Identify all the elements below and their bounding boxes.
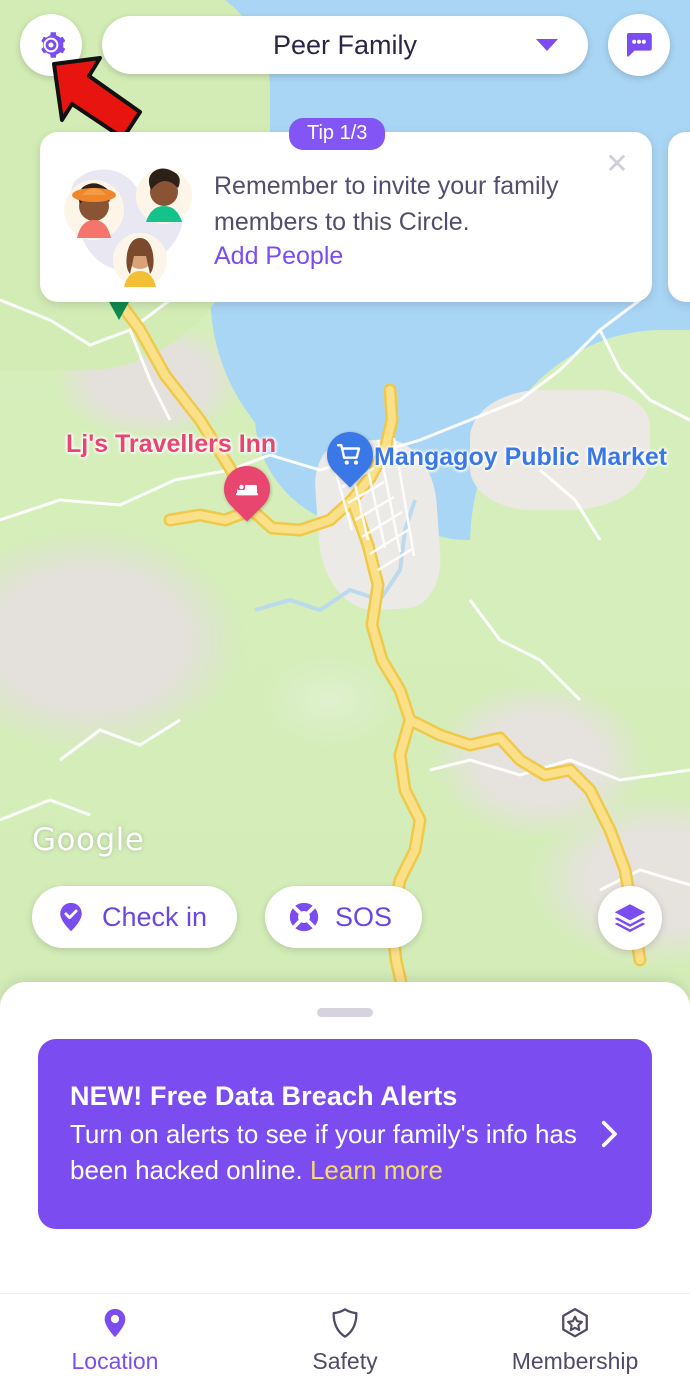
check-in-button[interactable]: Check in	[32, 886, 238, 948]
promo-body: Turn on alerts to see if your family's i…	[70, 1116, 586, 1188]
sheet-drag-handle[interactable]	[317, 1008, 373, 1017]
promo-text-block: NEW! Free Data Breach Alerts Turn on ale…	[70, 1081, 586, 1188]
promo-title: NEW! Free Data Breach Alerts	[70, 1080, 458, 1111]
shopping-cart-icon	[337, 444, 361, 465]
layers-icon	[614, 904, 646, 933]
close-icon[interactable]: ✕	[596, 142, 638, 184]
messages-button[interactable]	[608, 14, 670, 76]
sos-label: SOS	[335, 901, 393, 932]
nav-item-membership[interactable]: Membership	[460, 1306, 690, 1375]
map-layers-button[interactable]	[598, 886, 662, 950]
nav-item-safety[interactable]: Safety	[230, 1306, 460, 1375]
circle-selector[interactable]: Peer Family	[102, 16, 588, 74]
market-pin[interactable]	[317, 422, 383, 488]
chat-bubble-icon	[626, 33, 652, 57]
app-root: Lj's Travellers Inn Mangagoy Public Mark…	[0, 0, 690, 1393]
star-hexagon-icon	[562, 1307, 588, 1338]
chevron-down-icon	[536, 39, 558, 51]
location-pin-icon	[104, 1308, 126, 1338]
shield-icon	[332, 1308, 358, 1338]
top-bar: Peer Family	[0, 0, 690, 90]
nav-label-membership: Membership	[511, 1348, 639, 1374]
bed-icon	[236, 484, 258, 496]
lodging-pin[interactable]	[214, 456, 280, 522]
map-label-lodging: Lj's Travellers Inn	[66, 430, 277, 458]
tip-text-block: Remember to invite your family members t…	[206, 164, 644, 271]
check-in-label: Check in	[102, 901, 208, 932]
tip-card-next[interactable]	[668, 132, 690, 302]
nav-label-safety: Safety	[312, 1348, 378, 1374]
tip-message: Remember to invite your family members t…	[214, 171, 559, 236]
sos-button[interactable]: SOS	[265, 886, 423, 948]
promo-banner[interactable]: NEW! Free Data Breach Alerts Turn on ale…	[38, 1039, 652, 1229]
settings-gear-button[interactable]	[20, 14, 82, 76]
circle-name-label: Peer Family	[272, 29, 418, 60]
chevron-right-icon	[601, 1120, 617, 1148]
tip-badge: Tip 1/3	[289, 118, 386, 150]
bottom-sheet[interactable]: NEW! Free Data Breach Alerts Turn on ale…	[0, 982, 690, 1393]
map-action-bar: Check in SOS	[0, 884, 690, 950]
nav-item-location[interactable]: Location	[0, 1306, 230, 1375]
tips-carousel: Remember to invite your family members t…	[0, 118, 690, 307]
tip-card[interactable]: Remember to invite your family members t…	[40, 132, 652, 302]
add-people-link[interactable]: Add People	[214, 242, 343, 271]
learn-more-link[interactable]: Learn more	[310, 1155, 443, 1185]
bottom-navigation: Location Safety Membership	[0, 1293, 690, 1393]
map-label-market: Mangagoy Public Market	[374, 443, 668, 471]
nav-label-location: Location	[71, 1348, 159, 1374]
promo-chevron[interactable]	[586, 1117, 630, 1151]
tip-avatars-illustration	[56, 142, 206, 292]
pin-check-icon	[60, 902, 82, 932]
gear-icon	[41, 32, 66, 58]
lifebuoy-icon	[289, 902, 319, 932]
google-attribution: Google	[32, 822, 145, 858]
